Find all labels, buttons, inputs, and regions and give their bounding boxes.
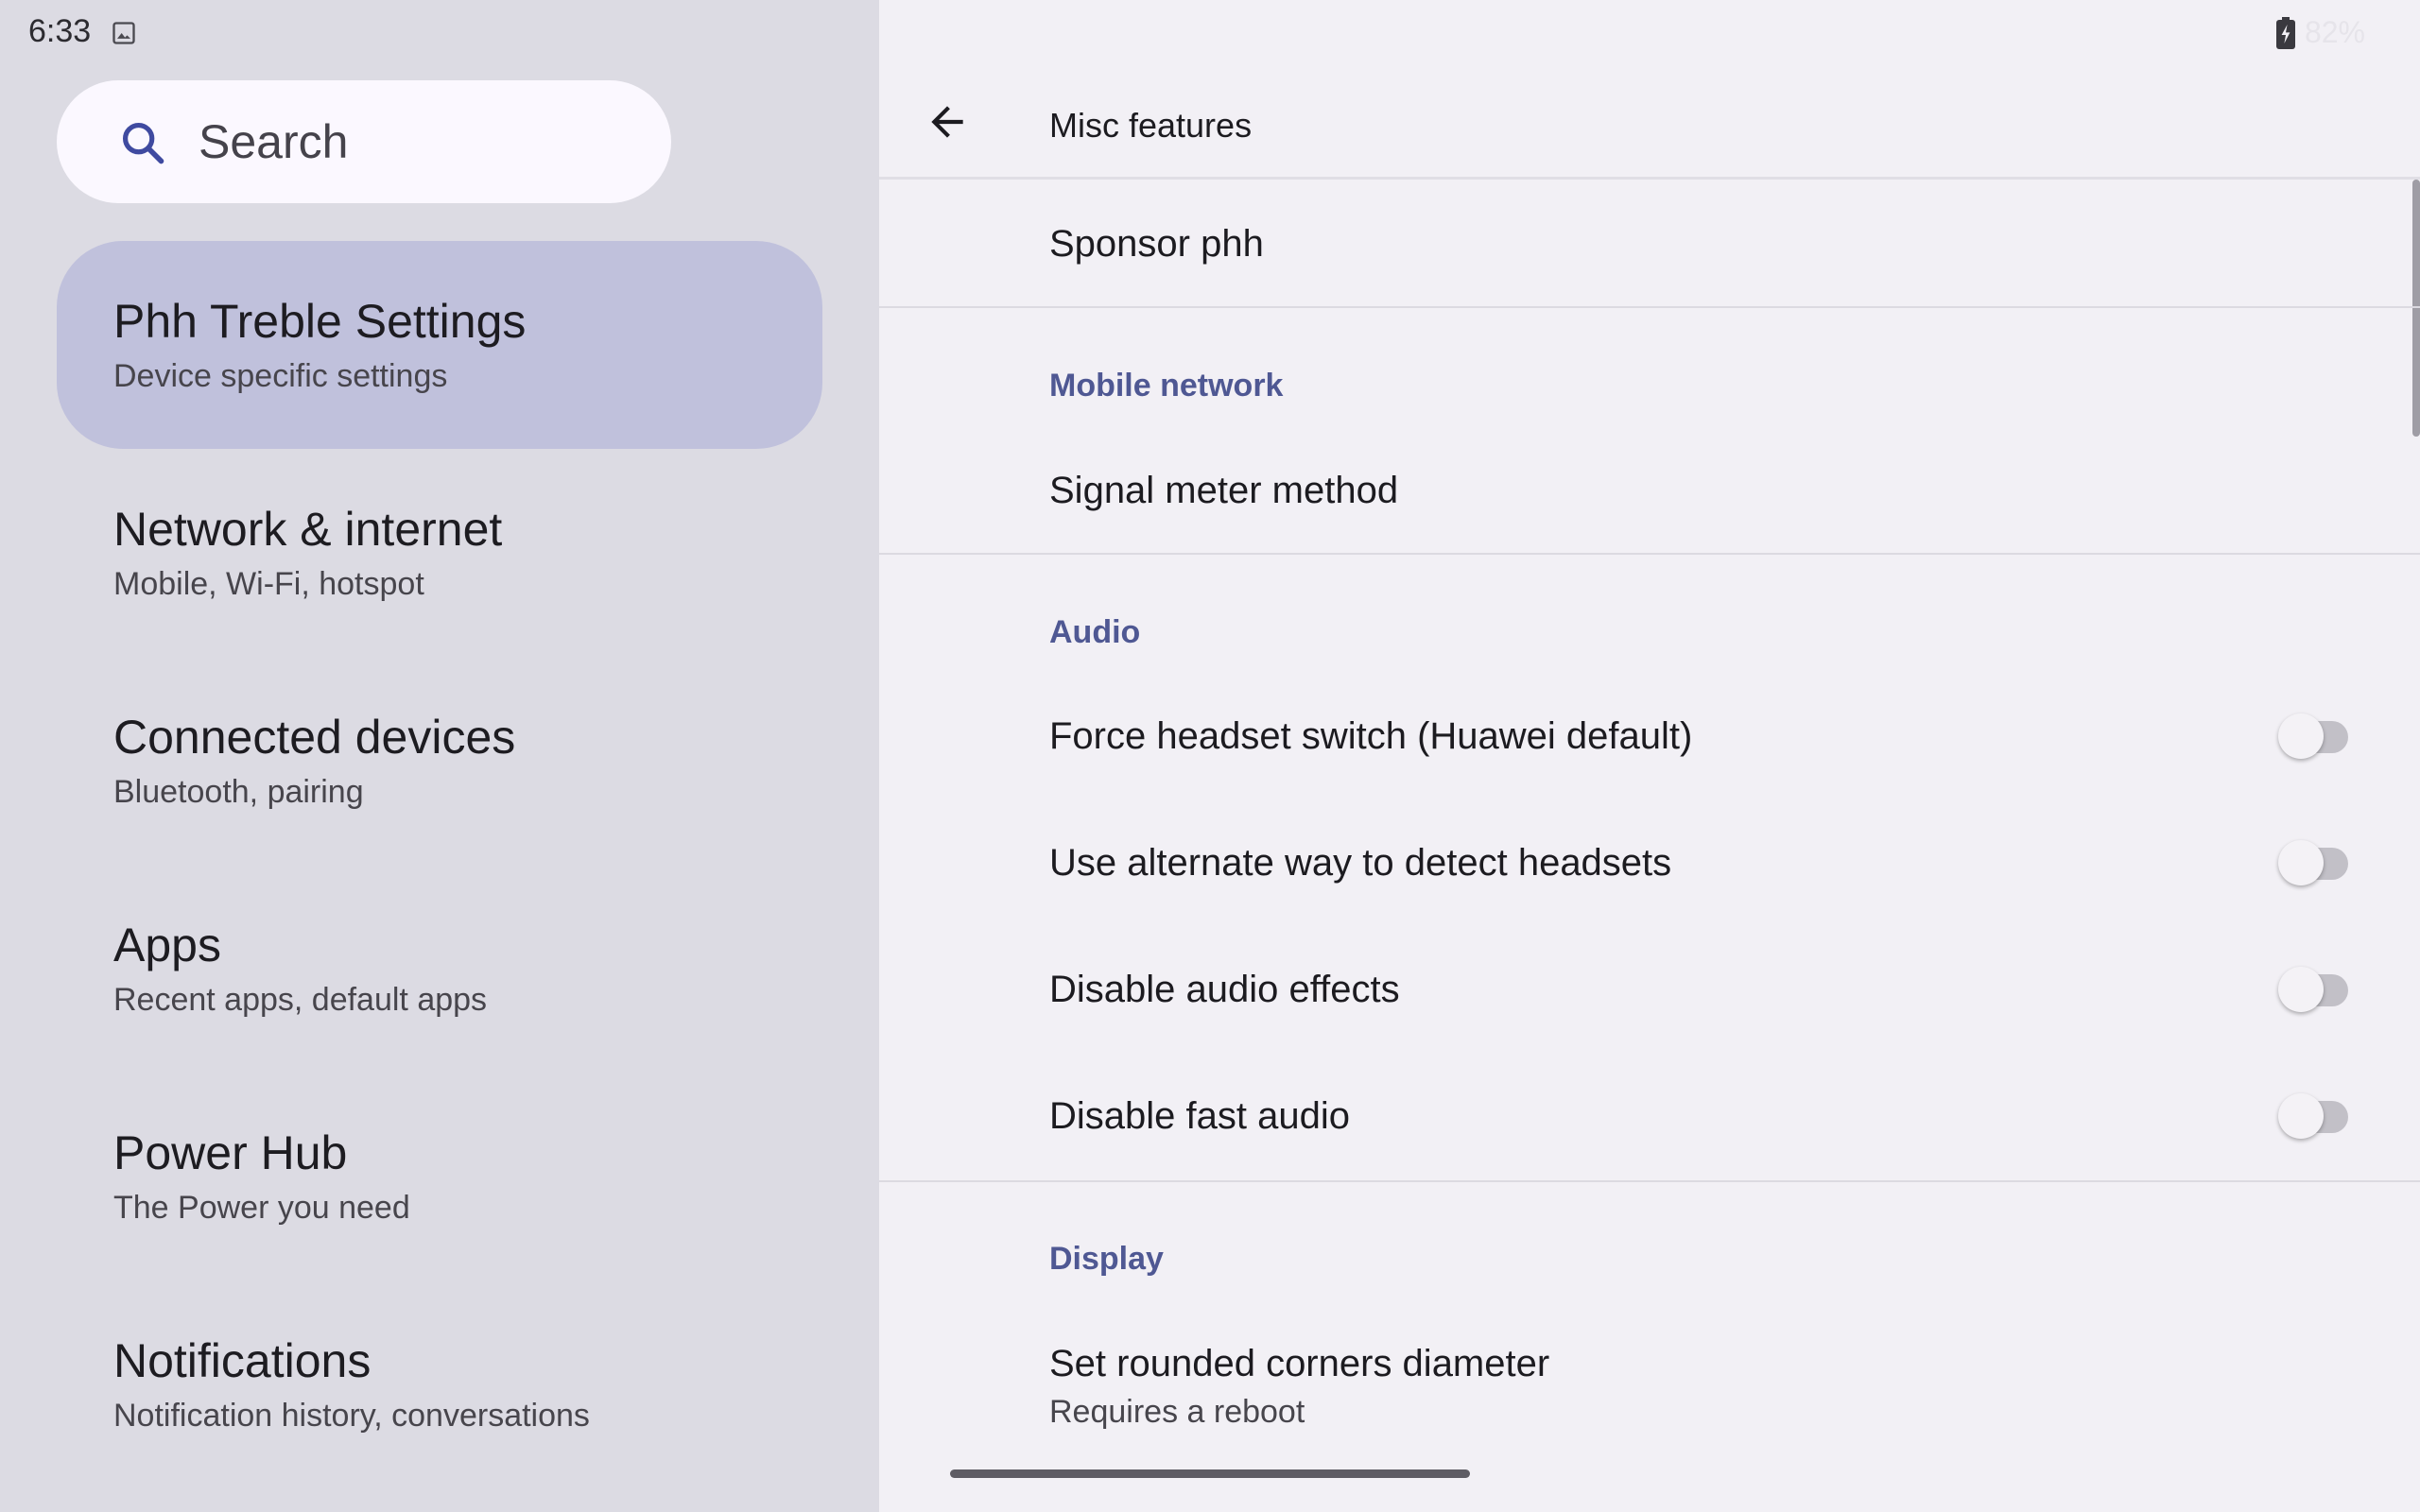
sidebar-item-title: Connected devices <box>113 711 516 764</box>
sidebar-item-subtitle: The Power you need <box>113 1190 410 1226</box>
disable-fast-audio-toggle[interactable] <box>2278 1088 2354 1144</box>
disable-fast-audio-label: Disable fast audio <box>1049 1095 1350 1137</box>
sidebar-item-subtitle: Mobile, Wi-Fi, hotspot <box>113 566 424 602</box>
sidebar-item-title: Network & internet <box>113 503 503 556</box>
alternate-headset-detect-label: Use alternate way to detect headsets <box>1049 842 1672 884</box>
sidebar-item-subtitle: Device specific settings <box>113 358 448 394</box>
toggle-thumb <box>2278 967 2324 1012</box>
sidebar-item-phh-treble-settings[interactable]: Phh Treble Settings Device specific sett… <box>57 241 822 449</box>
sidebar-item-title: Power Hub <box>113 1126 348 1179</box>
toggle-thumb <box>2278 713 2324 759</box>
settings-screen: 6:33 Search Phh Treble Settings Device s… <box>0 0 2420 1512</box>
rounded-corners-summary: Requires a reboot <box>1049 1394 1305 1430</box>
force-headset-switch-label: Force headset switch (Huawei default) <box>1049 715 1693 757</box>
search-bar[interactable]: Search <box>57 80 671 203</box>
search-icon <box>122 122 164 164</box>
toggle-thumb <box>2278 1093 2324 1139</box>
disable-audio-effects-label: Disable audio effects <box>1049 969 1400 1010</box>
detail-pane: 82% Misc features Sponsor phh Mobile net… <box>879 0 2420 1512</box>
sidebar-item-notifications[interactable]: Notifications Notification history, conv… <box>57 1280 822 1488</box>
divider <box>879 1180 2420 1182</box>
display-header: Display <box>1049 1241 1164 1277</box>
sidebar-item-subtitle: Notification history, conversations <box>113 1398 590 1434</box>
signal-meter-method-item[interactable]: Signal meter method <box>1049 470 1398 512</box>
status-time: 6:33 <box>28 13 92 49</box>
search-placeholder: Search <box>199 115 349 168</box>
divider <box>879 553 2420 555</box>
disable-audio-effects-toggle[interactable] <box>2278 961 2354 1018</box>
sidebar-item-title: Apps <box>113 919 221 971</box>
sidebar-item-power-hub[interactable]: Power Hub The Power you need <box>57 1073 822 1280</box>
divider <box>879 306 2420 308</box>
force-headset-switch-toggle[interactable] <box>2278 708 2354 765</box>
toggle-thumb <box>2278 840 2324 885</box>
sidebar-item-title: Notifications <box>113 1334 372 1387</box>
image-notification-icon <box>112 22 135 44</box>
audio-header: Audio <box>1049 614 1141 650</box>
sidebar-item-subtitle: Recent apps, default apps <box>113 982 488 1018</box>
page-title: Misc features <box>1049 106 1253 145</box>
sidebar-item-network-internet[interactable]: Network & internet Mobile, Wi-Fi, hotspo… <box>57 449 822 657</box>
settings-sidebar: 6:33 Search Phh Treble Settings Device s… <box>0 0 879 1512</box>
rounded-corners-item[interactable]: Set rounded corners diameter <box>1049 1343 1549 1385</box>
back-arrow-icon[interactable] <box>924 98 971 146</box>
scrollbar[interactable] <box>2412 180 2420 437</box>
sidebar-item-title: Phh Treble Settings <box>113 295 527 348</box>
sidebar-item-subtitle: Bluetooth, pairing <box>113 774 364 810</box>
sponsor-phh-item[interactable]: Sponsor phh <box>1049 223 1264 266</box>
mobile-network-header: Mobile network <box>1049 368 1284 404</box>
app-bar: Misc features <box>879 0 2420 180</box>
sidebar-item-connected-devices[interactable]: Connected devices Bluetooth, pairing <box>57 657 822 865</box>
alternate-headset-detect-toggle[interactable] <box>2278 834 2354 891</box>
sidebar-item-apps[interactable]: Apps Recent apps, default apps <box>57 865 822 1073</box>
home-gesture-bar[interactable] <box>950 1469 1470 1478</box>
